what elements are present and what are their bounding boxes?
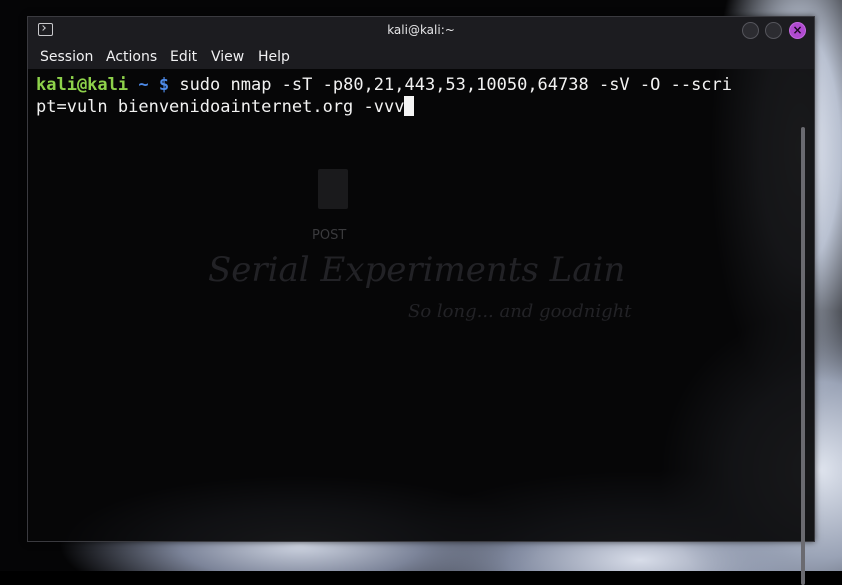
scrollbar[interactable]: [801, 127, 805, 585]
terminal-line-2: pt=vuln bienvenidoainternet.org -vvv: [36, 96, 415, 118]
title-bar[interactable]: kali@kali:~ ×: [28, 17, 814, 45]
command-text-2: pt=vuln bienvenidoainternet.org -vvv: [36, 97, 405, 117]
maximize-button[interactable]: [765, 22, 782, 39]
menu-bar: Session Actions Edit View Help: [28, 45, 814, 69]
file-icon: [318, 169, 348, 209]
terminal-area[interactable]: POST Serial Experiments Lain So long... …: [28, 69, 814, 585]
text-cursor: [404, 96, 415, 116]
command-text-1: sudo nmap -sT -p80,21,443,53,10050,64738…: [169, 75, 733, 95]
minimize-button[interactable]: [742, 22, 759, 39]
desktop-file-label: POST: [312, 228, 347, 243]
terminal-line-1: kali@kali ~ $ sudo nmap -sT -p80,21,443,…: [36, 74, 732, 96]
menu-view[interactable]: View: [211, 49, 244, 65]
menu-actions[interactable]: Actions: [106, 49, 157, 65]
close-icon: ×: [792, 23, 803, 37]
wallpaper-subtitle: So long... and goodnight: [408, 301, 632, 322]
prompt-directory: ~: [128, 75, 159, 95]
wallpaper-title: Serial Experiments Lain: [208, 250, 626, 290]
window-title: kali@kali:~: [387, 23, 455, 37]
terminal-window[interactable]: kali@kali:~ × Session Actions Edit View …: [27, 16, 815, 585]
prompt-symbol: $: [158, 75, 170, 95]
menu-help[interactable]: Help: [258, 49, 290, 65]
prompt-user: kali@kali: [36, 75, 129, 95]
menu-session[interactable]: Session: [40, 49, 93, 65]
desktop-wallpaper: kali@kali:~ × Session Actions Edit View …: [0, 0, 842, 585]
close-button[interactable]: ×: [789, 22, 806, 39]
menu-edit[interactable]: Edit: [170, 49, 197, 65]
